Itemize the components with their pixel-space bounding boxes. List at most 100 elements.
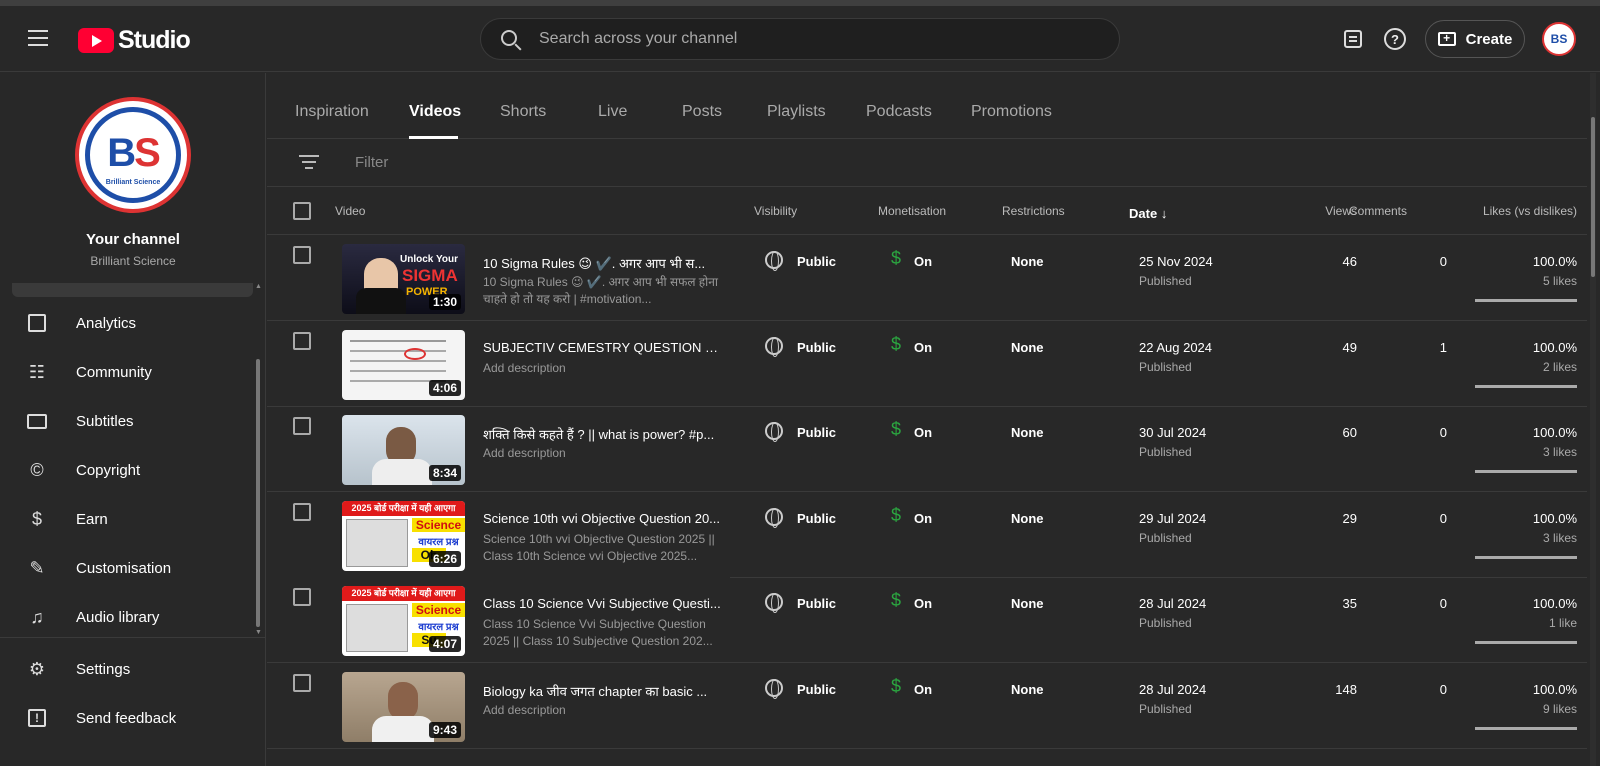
row-checkbox[interactable]	[293, 588, 311, 606]
tab-podcasts[interactable]: Podcasts	[866, 103, 932, 121]
video-title[interactable]: Biology ka जीव जगत chapter का basic ...	[483, 682, 723, 700]
sidebar-item-copyright[interactable]: © Copyright	[0, 450, 256, 490]
video-duration: 6:26	[428, 551, 461, 567]
video-thumbnail[interactable]: 2025 बोर्ड परीक्षा में यही आएगा Science वा…	[342, 501, 465, 571]
monetisation-value[interactable]: On	[914, 254, 932, 269]
video-title[interactable]: Class 10 Science Vvi Subjective Questi..…	[483, 596, 723, 611]
video-description[interactable]: Science 10th vvi Objective Question 2025…	[483, 531, 719, 565]
your-channel-label[interactable]: Your channel	[0, 231, 266, 248]
visibility-value[interactable]: Public	[797, 596, 836, 611]
video-title[interactable]: 10 Sigma Rules 😉 ✔️. अगर आप भी स...	[483, 254, 723, 272]
sidebar-item-customisation[interactable]: ✎ Customisation	[0, 548, 256, 588]
filter-icon[interactable]	[299, 155, 319, 169]
tab-live[interactable]: Live	[598, 103, 627, 121]
video-thumbnail[interactable]: 9:43	[342, 672, 465, 742]
tab-playlists[interactable]: Playlists	[767, 103, 826, 121]
visibility-value[interactable]: Public	[797, 682, 836, 697]
sidebar-item-community[interactable]: ☷ Community	[0, 352, 256, 392]
table-row[interactable]: 2025 बोर्ड परीक्षा में यही आएगा Science वा…	[267, 492, 1587, 578]
help-icon[interactable]: ?	[1384, 28, 1406, 50]
table-row[interactable]: 9:43 Biology ka जीव जगत chapter का basic …	[267, 663, 1587, 749]
monetisation-value[interactable]: On	[914, 682, 932, 697]
sidebar-item-label: Audio library	[76, 608, 160, 626]
video-description[interactable]: Class 10 Science Vvi Subjective Question…	[483, 616, 719, 650]
likes-ratio-fill	[1475, 299, 1577, 302]
comments-count[interactable]: 1	[1367, 340, 1447, 355]
likes-ratio-fill	[1475, 641, 1577, 644]
table-row[interactable]: 4:06 SUBJECTIV CEMESTRY QUESTION PA... Add…	[267, 321, 1587, 407]
row-checkbox[interactable]	[293, 503, 311, 521]
video-title[interactable]: शक्ति किसे कहते हैं ? || what is power? …	[483, 425, 723, 443]
messages-icon[interactable]	[1344, 30, 1362, 48]
date-value: 30 Jul 2024	[1139, 425, 1207, 440]
page-scrollbar-thumb[interactable]	[1591, 117, 1595, 277]
scroll-down-arrow-icon[interactable]: ▼	[255, 629, 262, 636]
video-thumbnail[interactable]: Unlock Your SIGMA POWER 1:30	[342, 244, 465, 314]
tab-posts[interactable]: Posts	[682, 103, 722, 121]
sidebar-selected-item[interactable]	[12, 283, 253, 297]
sidebar-item-send-feedback[interactable]: ! Send feedback	[0, 698, 256, 738]
monetisation-value[interactable]: On	[914, 596, 932, 611]
table-row[interactable]: Unlock Your SIGMA POWER 1:30 10 Sigma Rules …	[267, 235, 1587, 321]
visibility-value[interactable]: Public	[797, 254, 836, 269]
filter-bar[interactable]: Filter	[267, 139, 1587, 187]
video-thumbnail[interactable]: 8:34	[342, 415, 465, 485]
sidebar-item-analytics[interactable]: Analytics	[0, 303, 256, 343]
video-title[interactable]: Science 10th vvi Objective Question 20..…	[483, 511, 723, 526]
globe-icon	[765, 337, 783, 357]
row-checkbox[interactable]	[293, 674, 311, 692]
video-description[interactable]: Add description	[483, 702, 719, 719]
sidebar-item-audio-library[interactable]: ♫ Audio library	[0, 597, 256, 637]
visibility-value[interactable]: Public	[797, 340, 836, 355]
views-count: 29	[1342, 511, 1357, 526]
header-date[interactable]: Date ↓	[1129, 206, 1167, 221]
comments-count[interactable]: 0	[1367, 682, 1447, 697]
menu-icon[interactable]	[28, 30, 48, 46]
video-thumbnail[interactable]: 2025 बोर्ड परीक्षा में यही आएगा Science वा…	[342, 586, 465, 656]
comments-count[interactable]: 0	[1367, 596, 1447, 611]
sidebar-item-subtitles[interactable]: Subtitles	[0, 401, 256, 441]
monetisation-value[interactable]: On	[914, 425, 932, 440]
earn-icon: $	[31, 508, 42, 529]
search-input[interactable]	[539, 19, 1099, 59]
table-row[interactable]: 8:34 शक्ति किसे कहते हैं ? || what is pow…	[267, 406, 1587, 492]
monetisation-value[interactable]: On	[914, 511, 932, 526]
filter-input[interactable]: Filter	[355, 154, 388, 171]
sidebar-item-earn[interactable]: $ Earn	[0, 499, 256, 539]
table-row[interactable]: 2025 बोर्ड परीक्षा में यही आएगा Science वा…	[267, 577, 1587, 663]
studio-logo[interactable]: Studio	[78, 26, 191, 55]
sidebar-item-label: Copyright	[76, 461, 141, 479]
tab-shorts[interactable]: Shorts	[500, 103, 546, 121]
video-description[interactable]: Add description	[483, 360, 719, 377]
sidebar-scrollbar[interactable]	[256, 359, 260, 627]
tab-inspiration[interactable]: Inspiration	[295, 103, 369, 121]
sidebar-item-settings[interactable]: ⚙ Settings	[0, 649, 256, 689]
page-scrollbar[interactable]	[1590, 73, 1596, 766]
row-checkbox[interactable]	[293, 246, 311, 264]
scroll-up-arrow-icon[interactable]: ▲	[255, 283, 262, 290]
search-bar[interactable]	[480, 18, 1120, 60]
search-icon[interactable]	[501, 30, 517, 46]
video-description[interactable]: 10 Sigma Rules 😉 ✔️. अगर आप भी सफल होना …	[483, 274, 719, 308]
content-tabs: Inspiration Videos Shorts Live Posts Pla…	[267, 73, 1587, 139]
comments-count[interactable]: 0	[1367, 254, 1447, 269]
visibility-value[interactable]: Public	[797, 425, 836, 440]
account-avatar[interactable]: BS	[1542, 22, 1576, 56]
video-title[interactable]: SUBJECTIV CEMESTRY QUESTION PA...	[483, 340, 723, 355]
select-all-checkbox[interactable]	[293, 202, 311, 220]
tab-promotions[interactable]: Promotions	[971, 103, 1052, 121]
video-description[interactable]: Add description	[483, 445, 719, 462]
channel-avatar[interactable]: BS Brilliant Science	[75, 97, 191, 213]
create-button[interactable]: + Create	[1425, 20, 1525, 58]
comments-count[interactable]: 0	[1367, 511, 1447, 526]
row-checkbox[interactable]	[293, 417, 311, 435]
visibility-value[interactable]: Public	[797, 511, 836, 526]
video-thumbnail[interactable]: 4:06	[342, 330, 465, 400]
thumb-text: Science	[412, 518, 465, 532]
comments-count[interactable]: 0	[1367, 425, 1447, 440]
row-checkbox[interactable]	[293, 332, 311, 350]
monetisation-value[interactable]: On	[914, 340, 932, 355]
tab-videos[interactable]: Videos	[409, 103, 461, 121]
publish-status: Published	[1139, 702, 1192, 716]
header-comments: Comments	[1348, 204, 1407, 218]
